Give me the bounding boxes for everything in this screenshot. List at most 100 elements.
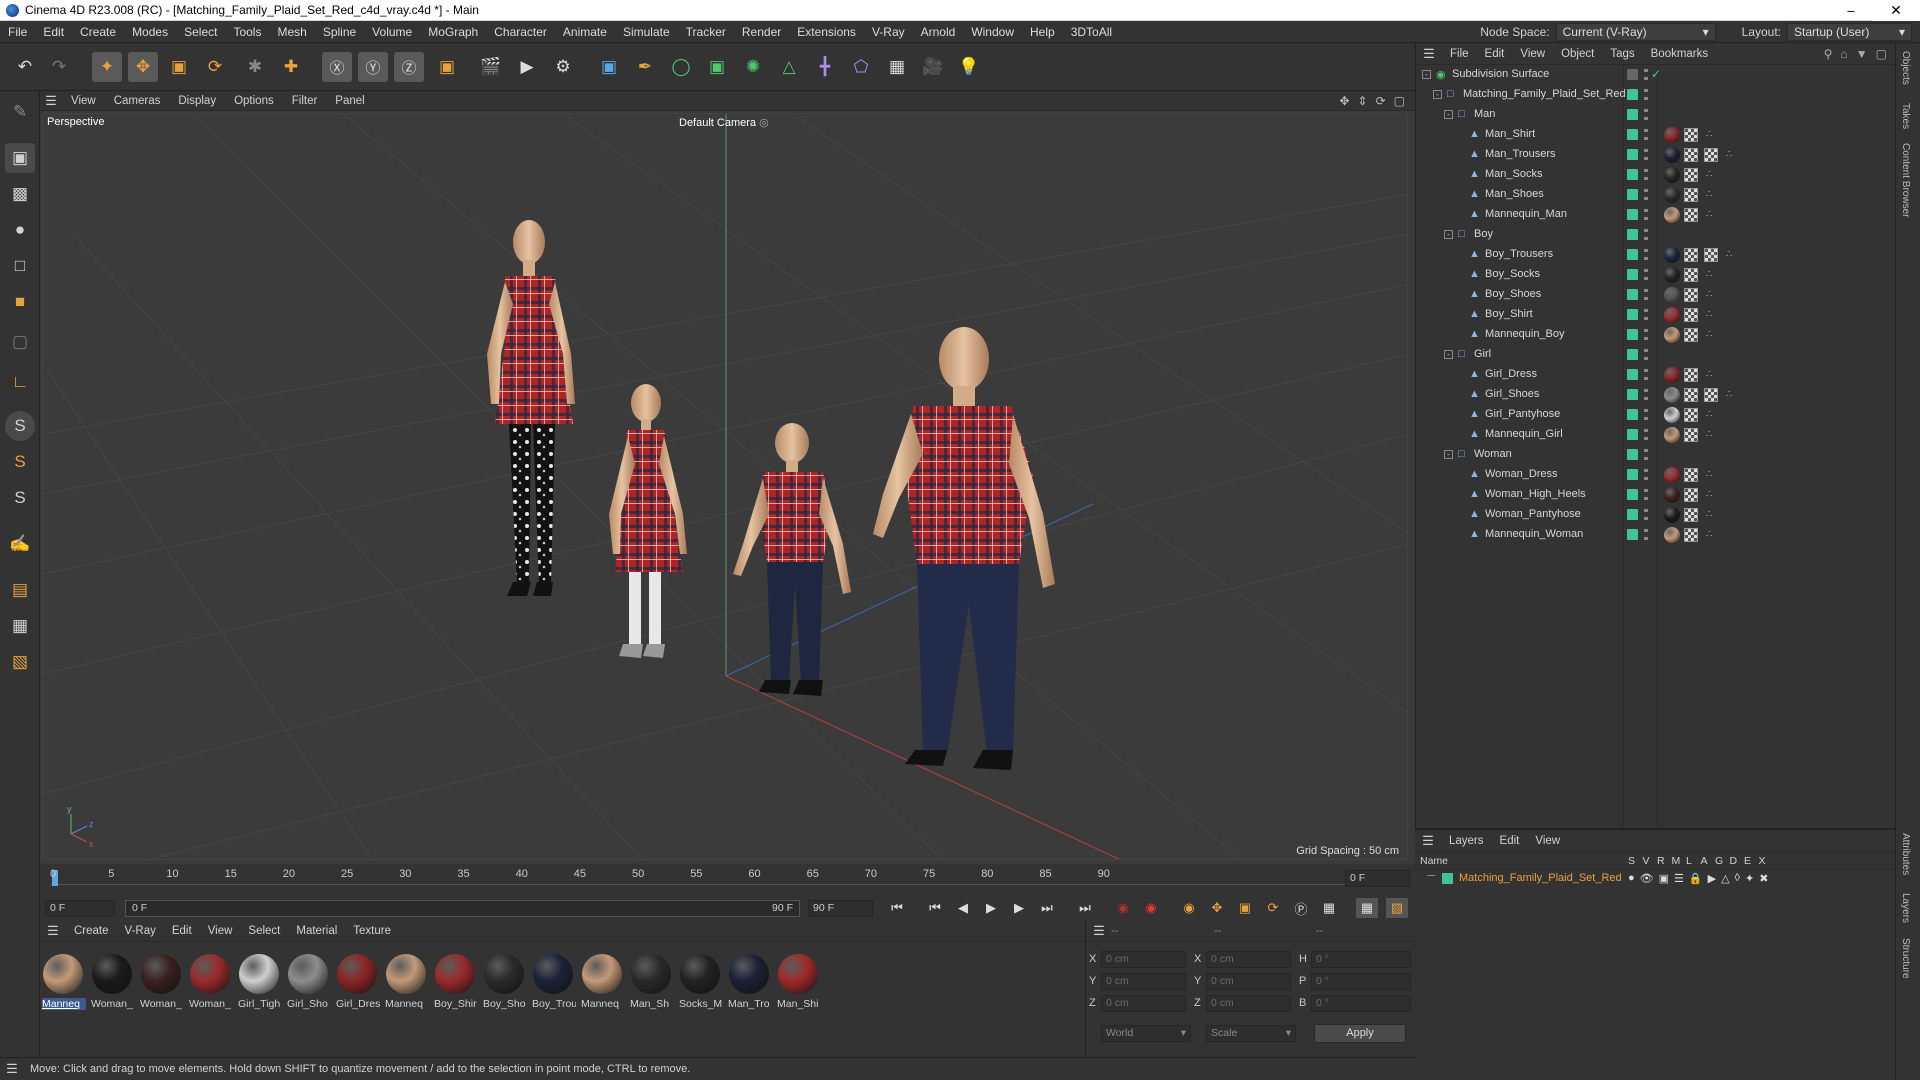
viewport-menu-cameras[interactable]: Cameras — [105, 95, 170, 107]
menu-arnold[interactable]: Arnold — [913, 25, 964, 39]
visibility-dots-icon[interactable] — [1644, 529, 1648, 541]
material-swatch[interactable] — [141, 954, 181, 994]
layer-color-swatch[interactable] — [1627, 209, 1638, 220]
material-menu-texture[interactable]: Texture — [345, 925, 399, 937]
material-swatch[interactable] — [778, 954, 818, 994]
tab-content-browser[interactable]: Content Browser — [1900, 143, 1911, 217]
vertex-map-tag-icon[interactable]: ∴ — [1726, 249, 1736, 260]
menu-mesh[interactable]: Mesh — [269, 25, 314, 39]
object-row[interactable]: ▲ Mannequin_Boy ∴ — [1416, 325, 1896, 345]
solo-icon[interactable]: ● — [1628, 872, 1635, 885]
hamburger-icon[interactable]: ☰ — [40, 923, 66, 939]
range-slider[interactable]: 0 F 90 F — [125, 900, 800, 917]
coordinate-system-dropdown[interactable]: World ▾ — [1101, 1025, 1191, 1042]
scale-tool-icon[interactable]: ▣ — [164, 52, 194, 82]
object-row[interactable]: ▲ Boy_Shirt ∴ — [1416, 305, 1896, 325]
uv-mode-icon[interactable]: ▢ — [5, 327, 35, 357]
layer-color-swatch[interactable] — [1442, 873, 1453, 884]
visibility-dots-icon[interactable] — [1644, 449, 1648, 461]
visibility-dots-icon[interactable] — [1644, 409, 1648, 421]
layer-menu-edit[interactable]: Edit — [1492, 835, 1528, 847]
material-menu-material[interactable]: Material — [288, 925, 345, 937]
object-name[interactable]: Girl — [1474, 348, 1491, 360]
autokey-icon[interactable]: ◉ — [1140, 898, 1162, 918]
object-menu-bookmarks[interactable]: Bookmarks — [1643, 48, 1717, 60]
material-tag-icon[interactable] — [1664, 167, 1680, 183]
material-label[interactable]: Manneq — [385, 998, 429, 1010]
z-axis-lock-icon[interactable]: Ⓩ — [394, 52, 424, 82]
layer-color-swatch[interactable] — [1627, 409, 1638, 420]
visibility-dots-icon[interactable] — [1644, 389, 1648, 401]
menu-spline[interactable]: Spline — [315, 25, 364, 39]
material-label[interactable]: Girl_Sho — [287, 998, 331, 1010]
recent-tool-icon[interactable]: ✱ — [240, 52, 270, 82]
menu-v-ray[interactable]: V-Ray — [864, 25, 913, 39]
camera-icon[interactable]: 🎥 — [918, 52, 948, 82]
menu-3dtoall[interactable]: 3DToAll — [1063, 25, 1120, 39]
menu-mograph[interactable]: MoGraph — [420, 25, 486, 39]
material-label[interactable]: Woman_ — [140, 998, 184, 1010]
object-name[interactable]: Boy_Shirt — [1485, 308, 1533, 320]
layer-color-swatch[interactable] — [1627, 369, 1638, 380]
material-tag-icon[interactable] — [1664, 307, 1680, 323]
material-swatch[interactable] — [92, 954, 132, 994]
visibility-dots-icon[interactable] — [1644, 469, 1648, 481]
menu-volume[interactable]: Volume — [364, 25, 420, 39]
hamburger-icon[interactable]: ☰ — [1086, 923, 1112, 939]
material-swatch[interactable] — [386, 954, 426, 994]
vertex-map-tag-icon[interactable]: ∴ — [1706, 309, 1716, 320]
cube-primitive-icon[interactable]: ▣ — [594, 52, 624, 82]
object-row[interactable]: ▲ Woman_High_Heels ∴ — [1416, 485, 1896, 505]
home-icon[interactable]: ⌂ — [1841, 47, 1848, 61]
object-name[interactable]: Man_Trousers — [1485, 148, 1556, 160]
uvw-tag-icon[interactable] — [1684, 188, 1698, 202]
uvw-tag-icon[interactable] — [1684, 468, 1698, 482]
material-tag-icon[interactable] — [1664, 527, 1680, 543]
layer-color-swatch[interactable] — [1627, 189, 1638, 200]
object-row[interactable]: - □ Matching_Family_Plaid_Set_Red — [1416, 85, 1896, 105]
visibility-dots-icon[interactable] — [1644, 509, 1648, 521]
go-to-start-icon[interactable]: ⏮ — [886, 898, 908, 918]
material-menu-view[interactable]: View — [200, 925, 241, 937]
timeline-icon[interactable]: ▦ — [1356, 898, 1378, 918]
layer-color-swatch[interactable] — [1627, 229, 1638, 240]
viewport-menu-view[interactable]: View — [62, 95, 105, 107]
layer-color-swatch[interactable] — [1627, 389, 1638, 400]
apply-button[interactable]: Apply — [1314, 1024, 1406, 1043]
solo-icon[interactable]: ▤ — [5, 575, 35, 605]
visibility-dots-icon[interactable] — [1644, 489, 1648, 501]
vertex-map-tag-icon[interactable]: ∴ — [1706, 369, 1716, 380]
material-label[interactable]: Man_Tro — [728, 998, 772, 1010]
menu-modes[interactable]: Modes — [124, 25, 176, 39]
object-row[interactable]: ▲ Girl_Pantyhose ∴ — [1416, 405, 1896, 425]
layer-row[interactable]: Matching_Family_Plaid_Set_Red ● 👁 ▣ ☰ 🔒 … — [1415, 870, 1895, 888]
object-name[interactable]: Boy — [1474, 228, 1493, 240]
uvw-tag-icon[interactable] — [1704, 248, 1718, 262]
menu-create[interactable]: Create — [72, 25, 124, 39]
uvw-tag-icon[interactable] — [1684, 428, 1698, 442]
object-row[interactable]: - □ Boy — [1416, 225, 1896, 245]
record-off-icon[interactable]: ◉ — [1112, 898, 1134, 918]
layer-color-swatch[interactable] — [1627, 529, 1638, 540]
size-field[interactable]: 0 cm — [1206, 995, 1291, 1012]
visibility-dots-icon[interactable] — [1644, 149, 1648, 161]
material-label[interactable]: Boy_Sho — [483, 998, 527, 1010]
workplane-icon[interactable]: ∟ — [5, 367, 35, 397]
viewport-menu-options[interactable]: Options — [225, 95, 283, 107]
object-menu-tags[interactable]: Tags — [1602, 48, 1642, 60]
visible-icon[interactable]: 👁 — [1640, 872, 1654, 885]
vertex-map-tag-icon[interactable]: ∴ — [1706, 489, 1716, 500]
animation-icon[interactable]: ▶ — [1708, 872, 1716, 885]
viewport-menu-panel[interactable]: Panel — [326, 95, 373, 107]
menu-simulate[interactable]: Simulate — [615, 25, 678, 39]
rotation-field[interactable]: 0 ° — [1311, 995, 1411, 1012]
vertex-map-tag-icon[interactable]: ∴ — [1706, 469, 1716, 480]
world-coordinates-icon[interactable]: ▣ — [432, 52, 462, 82]
material-menu-v-ray[interactable]: V-Ray — [117, 925, 164, 937]
light-icon[interactable]: 💡 — [954, 52, 984, 82]
uvw-tag-icon[interactable] — [1684, 408, 1698, 422]
menu-character[interactable]: Character — [486, 25, 555, 39]
parameter-key-icon[interactable]: Ⓟ — [1290, 898, 1312, 918]
vertex-map-tag-icon[interactable]: ∴ — [1726, 389, 1736, 400]
scale-key-icon[interactable]: ▣ — [1234, 898, 1256, 918]
